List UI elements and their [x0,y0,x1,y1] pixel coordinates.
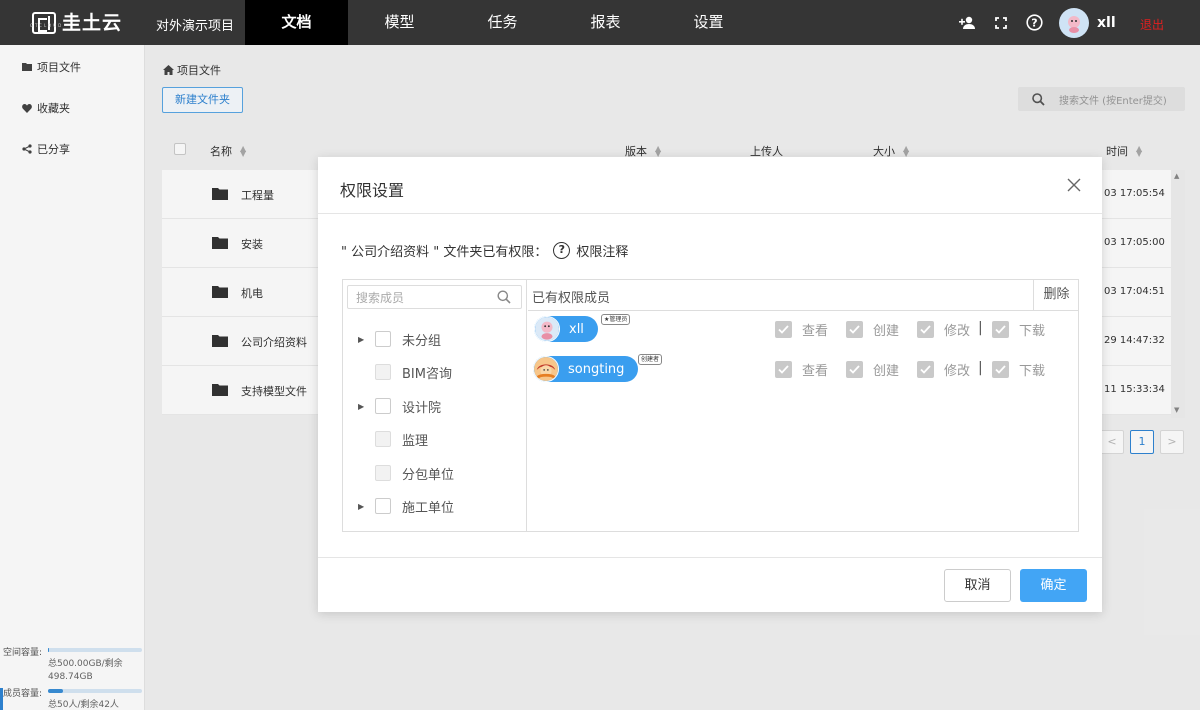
permission-view[interactable]: 查看 [775,320,828,339]
logo-subtext: GTCLOUD [30,23,64,28]
role-badge: ★管理员 [601,314,631,325]
nav-settings[interactable]: 设置 [657,0,760,45]
tree-item-label: 监理 [402,433,429,449]
tree-checkbox [375,431,391,447]
project-name[interactable]: 对外演示项目 [156,15,234,34]
expand-caret-icon[interactable]: ▶ [358,402,364,411]
permission-note-text: " 公司介绍资料 " 文件夹已有权限： [341,245,548,260]
permission-separator: | [978,320,983,336]
permission-label: 下载 [1019,364,1046,379]
checkbox-checked-icon[interactable] [775,321,792,338]
cancel-button[interactable]: 取消 [944,569,1011,602]
permission-label: 创建 [873,364,900,379]
close-icon[interactable] [1067,178,1081,192]
checkbox-checked-icon[interactable] [917,361,934,378]
logout-link[interactable]: 退出 [1140,16,1164,33]
nav-models[interactable]: 模型 [348,0,451,45]
tree-item-label: BIM咨询 [402,366,452,382]
member-row: songting 创建者 查看 创建 修改 | 下载 [533,354,1074,386]
permission-dialog: 权限设置 " 公司介绍资料 " 文件夹已有权限： ? 权限注释 搜索成员 ▶ 未… [318,157,1102,612]
permission-label: 修改 [944,324,971,339]
dialog-title: 权限设置 [340,181,405,200]
top-bar: 圭土云 GTCLOUD 对外演示项目 文档 模型 任务 报表 设置 ? xll … [0,0,1200,45]
nav-reports[interactable]: 报表 [554,0,657,45]
permission-download[interactable]: 下载 [992,360,1045,379]
member-pill[interactable]: songting [533,356,639,382]
members-header: 已有权限成员 删除 [528,280,1079,311]
member-name: songting [568,361,625,377]
member-pill[interactable]: xll [534,316,598,342]
permission-label: 查看 [802,324,829,339]
tree-checkbox [375,465,391,481]
members-header-label: 已有权限成员 [532,291,611,306]
expand-caret-icon[interactable]: ▶ [358,502,364,511]
tree-checkbox[interactable] [375,398,391,414]
user-avatar[interactable] [1059,7,1089,38]
checkbox-checked-icon[interactable] [992,321,1009,338]
checkbox-checked-icon[interactable] [917,321,934,338]
checkbox-checked-icon[interactable] [846,361,863,378]
tree-item-label: 施工单位 [402,500,455,516]
checkbox-checked-icon[interactable] [846,321,863,338]
tree-item-label: 分包单位 [402,467,455,483]
permission-note-link[interactable]: 权限注释 [576,241,628,260]
expand-caret-icon[interactable]: ▶ [358,335,364,344]
permission-create[interactable]: 创建 [846,360,899,379]
help-icon[interactable]: ? [553,242,571,259]
permission-note: " 公司介绍资料 " 文件夹已有权限： ? 权限注释 [341,241,628,260]
nav-documents[interactable]: 文档 [245,0,348,45]
permission-label: 查看 [802,364,829,379]
member-row: xll ★管理员 查看 创建 修改 | 下载 [534,314,1074,346]
search-icon [497,290,511,304]
user-name[interactable]: xll [1097,15,1116,31]
permission-label: 修改 [944,364,971,379]
permission-download[interactable]: 下载 [992,320,1045,339]
tree-checkbox[interactable] [375,498,391,514]
tree-item-label: 未分组 [402,333,442,349]
dialog-footer-divider [318,557,1102,558]
member-name: xll [569,321,584,337]
top-actions: ? xll [958,0,1116,45]
avatar [533,356,559,382]
help-icon[interactable]: ? [1024,13,1044,33]
checkbox-checked-icon[interactable] [992,361,1009,378]
svg-text:?: ? [1031,17,1037,30]
confirm-button[interactable]: 确定 [1020,569,1087,602]
role-badge: 创建者 [638,354,663,365]
delete-header: 删除 [1033,280,1079,311]
nav-tasks[interactable]: 任务 [451,0,554,45]
member-search-placeholder: 搜索成员 [356,290,405,305]
tree-checkbox [375,364,391,380]
permission-edit[interactable]: 修改 [917,360,970,379]
member-tree-pane: 搜索成员 ▶ 未分组 BIM咨询 ▶ 设计院 监理 分包单位 ▶ 施工单位 [343,280,527,531]
permission-edit[interactable]: 修改 [917,320,970,339]
permission-create[interactable]: 创建 [846,320,899,339]
permission-label: 下载 [1019,324,1046,339]
member-search-input[interactable]: 搜索成员 [347,285,522,309]
permission-label: 创建 [873,324,900,339]
main-nav: 文档 模型 任务 报表 设置 [245,0,760,45]
permission-panel: 搜索成员 ▶ 未分组 BIM咨询 ▶ 设计院 监理 分包单位 ▶ 施工单位 已有… [342,279,1079,532]
checkbox-checked-icon[interactable] [775,361,792,378]
permission-view[interactable]: 查看 [775,360,828,379]
dialog-divider [318,213,1102,214]
tree-checkbox[interactable] [375,331,391,347]
logo-text: 圭土云 [62,12,123,34]
add-user-icon[interactable] [958,13,978,33]
fullscreen-icon[interactable] [991,13,1011,33]
tree-item-label: 设计院 [402,400,442,416]
permission-separator: | [978,360,983,376]
avatar [534,316,560,342]
